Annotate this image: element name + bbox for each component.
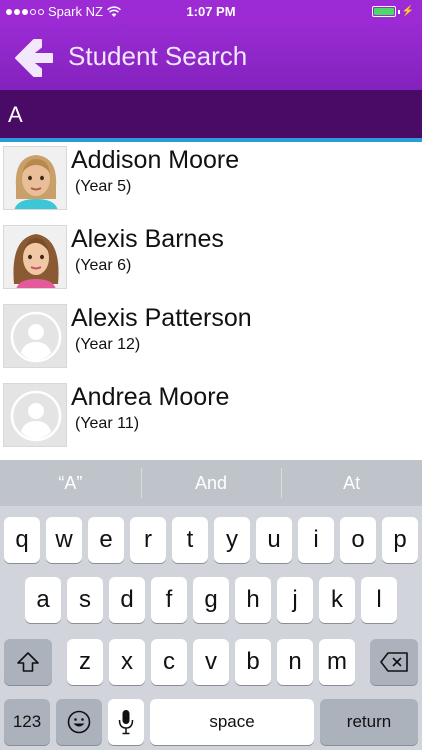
microphone-icon bbox=[118, 710, 134, 735]
suggestion-item[interactable]: At bbox=[281, 460, 422, 506]
key-z[interactable]: z bbox=[67, 639, 103, 685]
default-person-avatar bbox=[3, 304, 67, 368]
back-button[interactable] bbox=[12, 36, 56, 80]
key-i[interactable]: i bbox=[298, 517, 334, 563]
key-p[interactable]: p bbox=[382, 517, 418, 563]
suggestion-bar: “A” And At bbox=[0, 460, 422, 506]
key-h[interactable]: h bbox=[235, 577, 271, 623]
key-j[interactable]: j bbox=[277, 577, 313, 623]
backspace-icon bbox=[380, 652, 408, 672]
key-g[interactable]: g bbox=[193, 577, 229, 623]
key-s[interactable]: s bbox=[67, 577, 103, 623]
student-row[interactable]: Andrea Moore (Year 11) bbox=[0, 379, 422, 458]
key-n[interactable]: n bbox=[277, 639, 313, 685]
nav-bar: Student Search bbox=[0, 24, 422, 90]
back-arrow-icon bbox=[15, 39, 53, 77]
student-row[interactable]: Alexis Barnes (Year 6) bbox=[0, 221, 422, 300]
student-year: (Year 12) bbox=[75, 336, 141, 353]
suggestion-item[interactable]: And bbox=[140, 460, 282, 506]
page-title: Student Search bbox=[68, 41, 248, 71]
key-w[interactable]: w bbox=[46, 517, 82, 563]
suggestion-item[interactable]: “A” bbox=[0, 460, 141, 506]
key-k[interactable]: k bbox=[319, 577, 355, 623]
key-v[interactable]: v bbox=[193, 639, 229, 685]
key-a[interactable]: a bbox=[25, 577, 61, 623]
search-bar bbox=[0, 90, 422, 142]
key-b[interactable]: b bbox=[235, 639, 271, 685]
backspace-key[interactable] bbox=[370, 639, 418, 685]
key-q[interactable]: q bbox=[4, 517, 40, 563]
student-name: Alexis Patterson bbox=[71, 304, 252, 332]
key-e[interactable]: e bbox=[88, 517, 124, 563]
student-year: (Year 11) bbox=[75, 415, 140, 432]
return-key[interactable]: return bbox=[320, 699, 418, 745]
key-l[interactable]: l bbox=[361, 577, 397, 623]
key-r[interactable]: r bbox=[130, 517, 166, 563]
search-input[interactable] bbox=[8, 100, 408, 130]
emoji-icon bbox=[67, 710, 91, 734]
shift-icon bbox=[17, 652, 39, 672]
key-x[interactable]: x bbox=[109, 639, 145, 685]
student-row[interactable]: Alexis Patterson (Year 12) bbox=[0, 300, 422, 379]
status-time: 1:07 PM bbox=[186, 4, 236, 19]
key-f[interactable]: f bbox=[151, 577, 187, 623]
status-bar: Spark NZ 1:07 PM ⚡ bbox=[0, 0, 422, 24]
microphone-key[interactable] bbox=[108, 699, 144, 745]
key-t[interactable]: t bbox=[172, 517, 208, 563]
charging-icon: ⚡ bbox=[401, 6, 414, 17]
default-person-avatar bbox=[3, 383, 67, 447]
key-u[interactable]: u bbox=[256, 517, 292, 563]
key-d[interactable]: d bbox=[109, 577, 145, 623]
student-year: (Year 5) bbox=[75, 178, 132, 195]
student-list: Addison Moore (Year 5) Alexis Barnes (Ye… bbox=[0, 142, 422, 458]
shift-key[interactable] bbox=[4, 639, 52, 685]
student-name: Andrea Moore bbox=[71, 383, 230, 411]
student-row[interactable]: Addison Moore (Year 5) bbox=[0, 142, 422, 221]
keyboard: “A” And At q w e r t y u i o p a s d f g… bbox=[0, 460, 422, 750]
battery-level bbox=[373, 8, 394, 15]
space-key[interactable]: space bbox=[150, 699, 314, 745]
student-name: Alexis Barnes bbox=[71, 225, 224, 253]
key-o[interactable]: o bbox=[340, 517, 376, 563]
battery-icon: ⚡ bbox=[371, 6, 414, 17]
girl-brown-hair-avatar bbox=[3, 225, 67, 289]
student-year: (Year 6) bbox=[75, 257, 132, 274]
girl-blonde-avatar bbox=[3, 146, 67, 210]
key-m[interactable]: m bbox=[319, 639, 355, 685]
numbers-key[interactable]: 123 bbox=[4, 699, 50, 745]
student-name: Addison Moore bbox=[71, 146, 240, 174]
key-c[interactable]: c bbox=[151, 639, 187, 685]
key-y[interactable]: y bbox=[214, 517, 250, 563]
emoji-key[interactable] bbox=[56, 699, 102, 745]
